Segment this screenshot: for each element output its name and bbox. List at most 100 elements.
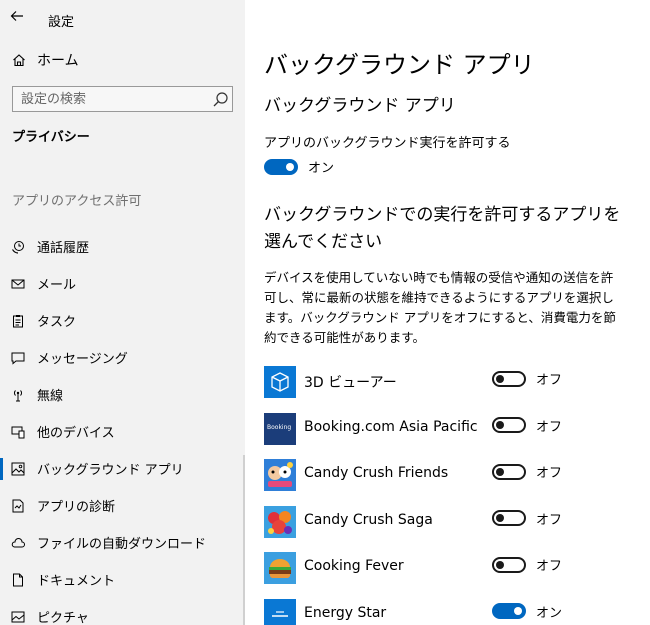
page-title: バックグラウンド アプリ	[264, 51, 535, 79]
sidebar-item-documents[interactable]: ドキュメント	[0, 561, 245, 598]
document-icon	[13, 573, 23, 587]
sidebar-item-label: 無線	[37, 389, 64, 404]
app-name: Candy Crush Saga	[304, 511, 433, 528]
app-toggle-group: オフ	[492, 554, 562, 574]
app-toggle-group: オフ	[492, 508, 562, 528]
sidebar-item-label: ドキュメント	[37, 574, 116, 589]
search-input[interactable]	[13, 87, 203, 111]
picture-icon	[11, 611, 25, 623]
allow-background-label: アプリのバックグラウンド実行を許可する	[264, 136, 511, 151]
app-toggle[interactable]	[492, 370, 526, 387]
candy-crush-friends-icon	[264, 459, 296, 491]
call-history-icon	[11, 241, 24, 254]
description: デバイスを使用していない時でも情報の受信や通知の送信を許可し、常に最新の状態を維…	[264, 270, 616, 345]
app-toggle-state: オフ	[536, 559, 563, 574]
toggle-knob	[496, 560, 504, 569]
app-toggle-group: オフ	[492, 461, 562, 481]
sidebar: 設定 ホーム プライバシー アプリのアクセス許可 通話履歴	[0, 0, 245, 625]
sidebar-item-label: アプリの診断	[37, 500, 116, 515]
sidebar-item-radio[interactable]: 無線	[0, 376, 245, 413]
mail-icon	[11, 279, 25, 289]
search-box[interactable]	[12, 86, 233, 112]
sidebar-item-label: タスク	[37, 315, 77, 330]
toggle-knob	[496, 421, 504, 429]
toggle-knob	[496, 514, 504, 522]
toggle-knob	[496, 467, 504, 476]
main-content: バックグラウンド アプリ バックグラウンド アプリ アプリのバックグラウンド実行…	[245, 0, 650, 625]
background-apps-icon	[11, 462, 25, 476]
radio-icon	[13, 390, 23, 402]
app-toggle[interactable]	[492, 417, 526, 433]
app-title: 設定	[48, 15, 75, 30]
group-title: プライバシー	[12, 130, 90, 145]
app-toggle-state: オン	[536, 605, 563, 621]
app-toggle-group: オン	[492, 601, 562, 621]
candy-crush-saga-icon	[264, 505, 296, 538]
allow-background-state: オン	[308, 161, 335, 176]
app-toggle-group: オフ	[492, 368, 562, 388]
sidebar-item-background-apps[interactable]: バックグラウンド アプリ	[0, 450, 245, 487]
sidebar-item-app-diagnostics[interactable]: アプリの診断	[0, 487, 245, 524]
back-arrow-icon	[10, 11, 23, 21]
app-row-energy-star: Energy Star オン	[264, 595, 644, 625]
choose-apps-heading: バックグラウンドでの実行を許可するアプリを選んでください	[264, 205, 621, 252]
allow-background-toggle-row: オン	[264, 156, 334, 178]
diagnostics-icon	[12, 499, 24, 513]
sidebar-item-label: ピクチャ	[37, 611, 89, 625]
app-name: 3D ビューアー	[304, 375, 397, 391]
sidebar-item-label: ファイルの自動ダウンロード	[37, 537, 207, 552]
energy-star-icon	[264, 598, 296, 625]
sidebar-item-messaging[interactable]: メッセージング	[0, 339, 245, 376]
app-row-3d-viewer: 3D ビューアー オフ	[264, 362, 644, 409]
tasks-icon	[13, 315, 23, 328]
app-toggle-state: オフ	[536, 512, 563, 528]
cloud-icon	[11, 538, 25, 548]
sidebar-item-auto-download[interactable]: ファイルの自動ダウンロード	[0, 524, 245, 561]
sidebar-item-label: メール	[37, 278, 77, 293]
selection-indicator	[0, 458, 3, 480]
app-row-cooking-fever: Cooking Fever オフ	[264, 548, 644, 595]
sidebar-item-label: 通話履歴	[37, 241, 90, 256]
app-toggle-state: オフ	[536, 373, 563, 388]
nav-list: 通話履歴 メール タスク メッセージング 無線 他のデバイス バックグラウンド …	[0, 228, 245, 625]
booking-icon-text: Booking	[267, 423, 292, 431]
app-name: Booking.com Asia Pacific	[304, 418, 478, 435]
message-icon	[11, 352, 25, 365]
booking-icon: Booking	[264, 412, 296, 445]
section-title: アプリのアクセス許可	[12, 194, 142, 209]
toggle-knob	[496, 374, 504, 383]
allow-background-toggle[interactable]	[264, 158, 298, 175]
cooking-fever-icon	[264, 552, 296, 584]
app-toggle-state: オフ	[536, 466, 563, 481]
home-icon	[13, 54, 25, 67]
app-list: 3D ビューアー オフ Booking Booking.com Asia Pac…	[264, 362, 644, 625]
app-row-booking: Booking Booking.com Asia Pacific オフ	[264, 409, 644, 456]
sidebar-item-call-history[interactable]: 通話履歴	[0, 228, 245, 265]
toggle-knob	[514, 607, 522, 615]
nav-home[interactable]: ホーム	[0, 44, 245, 74]
sidebar-item-pictures[interactable]: ピクチャ	[0, 598, 245, 625]
title-bar: 設定	[0, 0, 245, 36]
sidebar-item-label: 他のデバイス	[37, 426, 115, 441]
sidebar-item-label: バックグラウンド アプリ	[37, 463, 184, 478]
app-toggle-group: オフ	[492, 415, 562, 435]
app-toggle[interactable]	[492, 463, 526, 480]
search-icon[interactable]	[212, 91, 229, 108]
app-name: Energy Star	[304, 604, 387, 621]
app-toggle[interactable]	[492, 603, 526, 619]
devices-icon	[11, 426, 25, 439]
sidebar-item-other-devices[interactable]: 他のデバイス	[0, 413, 245, 450]
cube-icon	[264, 366, 296, 398]
sidebar-item-tasks[interactable]: タスク	[0, 302, 245, 339]
app-row-candy-crush-friends: Candy Crush Friends オフ	[264, 455, 644, 502]
back-button[interactable]	[6, 5, 30, 27]
app-toggle[interactable]	[492, 556, 526, 573]
toggle-knob	[286, 162, 294, 171]
app-row-candy-crush-saga: Candy Crush Saga オフ	[264, 502, 644, 549]
app-name: Candy Crush Friends	[304, 465, 449, 481]
app-toggle-state: オフ	[536, 419, 563, 435]
section-heading: バックグラウンド アプリ	[264, 96, 456, 116]
sidebar-item-mail[interactable]: メール	[0, 265, 245, 302]
app-name: Cooking Fever	[304, 558, 404, 574]
app-toggle[interactable]	[492, 510, 526, 526]
